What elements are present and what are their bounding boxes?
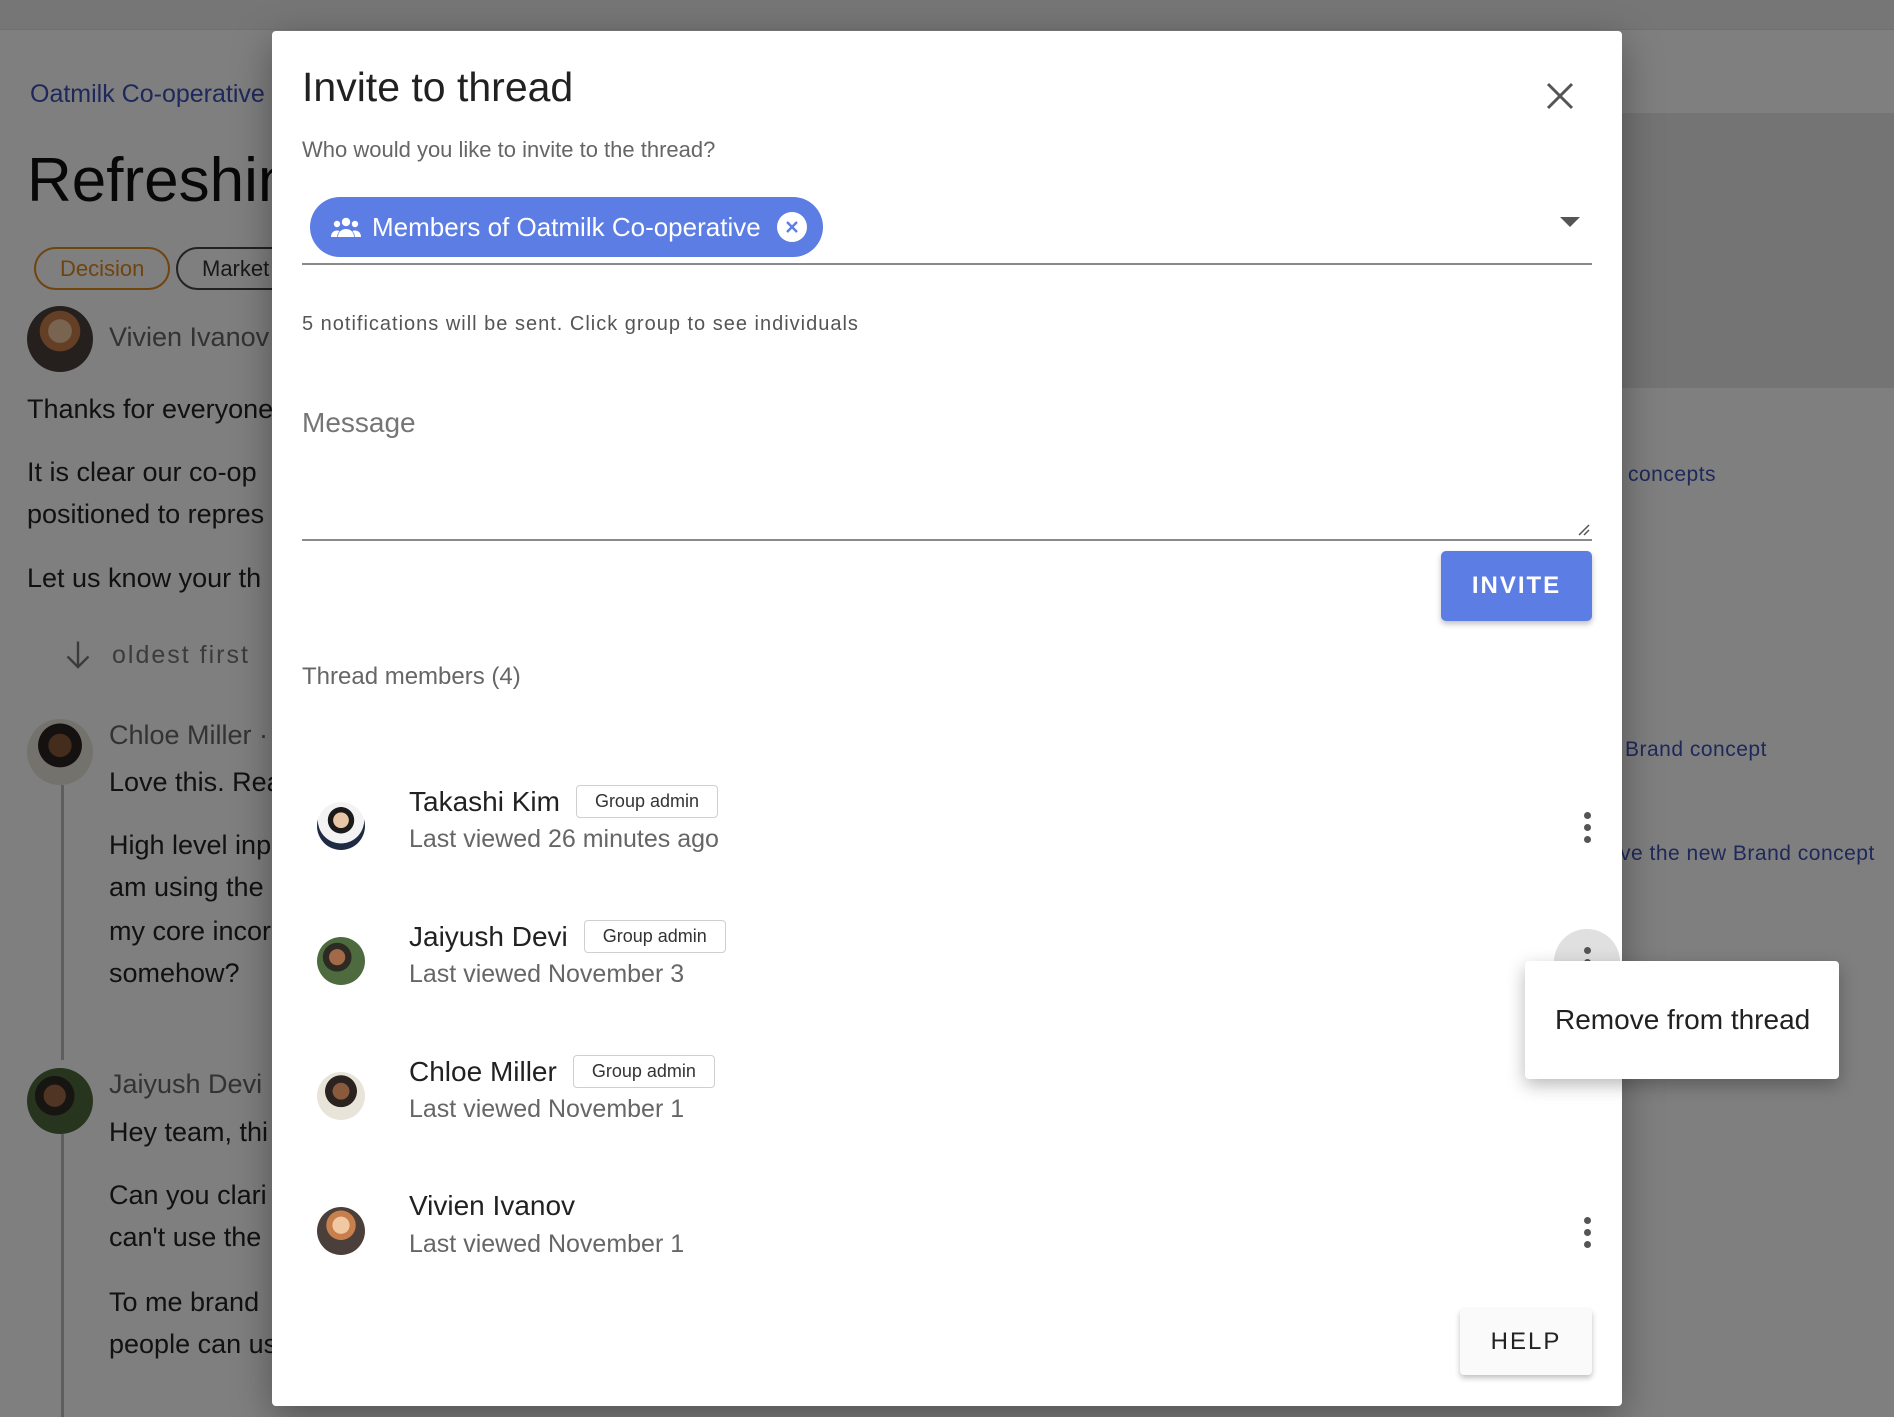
member-last-viewed: Last viewed November 1 (409, 1095, 685, 1123)
invite-dialog: Invite to thread Who would you like to i… (272, 31, 1622, 1406)
member-avatar (317, 1207, 365, 1255)
invitee-select[interactable]: Members of Oatmilk Co-operative (302, 162, 1592, 265)
invite-field-label: Who would you like to invite to the thre… (302, 137, 716, 162)
member-name: Jaiyush Devi (409, 920, 568, 952)
member-name: Chloe Miller (409, 1055, 557, 1087)
member-avatar (317, 937, 365, 985)
member-row: Takashi Kim Group admin Last viewed 26 m… (302, 780, 1592, 890)
thread-members-header: Thread members (4) (302, 663, 521, 690)
group-chip[interactable]: Members of Oatmilk Co-operative (310, 197, 823, 257)
notification-helper-text[interactable]: 5 notifications will be sent. Click grou… (302, 313, 859, 336)
chip-label: Members of Oatmilk Co-operative (372, 211, 761, 242)
close-icon (1546, 82, 1574, 110)
member-name: Vivien Ivanov (409, 1190, 576, 1221)
message-placeholder: Message (302, 407, 416, 438)
role-badge: Group admin (575, 785, 718, 818)
message-input[interactable]: Message (302, 391, 1592, 541)
member-more-button[interactable] (1554, 794, 1620, 860)
resize-handle-icon[interactable] (1576, 522, 1590, 536)
role-badge: Group admin (572, 1055, 715, 1088)
more-vert-icon (1583, 1216, 1591, 1248)
member-avatar (317, 1072, 365, 1120)
member-row: Vivien Ivanov Last viewed November 1 (302, 1185, 1592, 1295)
member-name: Takashi Kim (409, 785, 560, 817)
remove-from-thread-menu-item[interactable]: Remove from thread (1525, 961, 1839, 1079)
member-row: Chloe Miller Group admin Last viewed Nov… (302, 1050, 1592, 1160)
member-last-viewed: Last viewed 26 minutes ago (409, 825, 719, 853)
more-vert-icon (1583, 811, 1591, 843)
member-row: Jaiyush Devi Group admin Last viewed Nov… (302, 915, 1620, 1025)
invite-button[interactable]: INVITE (1441, 551, 1592, 621)
chip-remove-icon[interactable] (776, 212, 807, 242)
group-icon (331, 217, 361, 237)
dropdown-arrow-icon[interactable] (1560, 217, 1580, 227)
role-badge: Group admin (583, 920, 726, 953)
close-button[interactable] (1535, 71, 1585, 121)
help-button[interactable]: HELP (1460, 1309, 1592, 1375)
member-more-button[interactable] (1554, 1199, 1620, 1265)
member-actions-menu: Remove from thread (1525, 961, 1839, 1079)
member-avatar (317, 802, 365, 850)
dialog-title: Invite to thread (302, 64, 574, 110)
member-last-viewed: Last viewed November 3 (409, 960, 685, 988)
member-last-viewed: Last viewed November 1 (409, 1230, 685, 1258)
